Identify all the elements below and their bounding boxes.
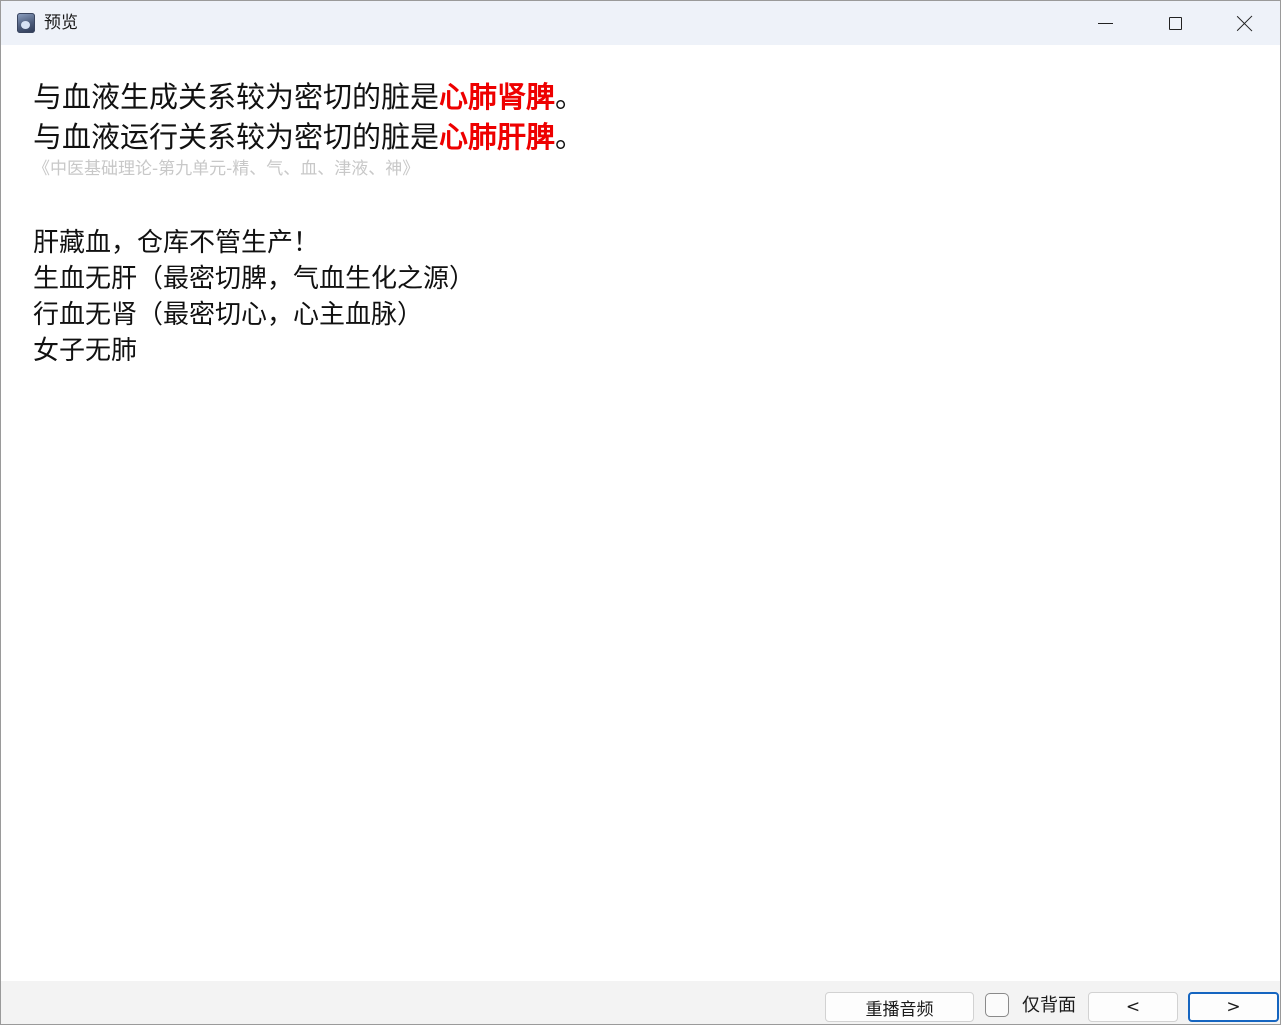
- preview-window: 预览 与血液生成关系较为密切的脏是心肺肾脾。 与血液运行关系较为密切的脏是心肺肝…: [0, 0, 1281, 1025]
- next-card-button[interactable]: >: [1188, 992, 1279, 1022]
- answer-text: 与血液生成关系较为密切的脏是: [33, 80, 440, 114]
- answer-highlight: 心肺肾脾: [439, 80, 556, 114]
- answer-text: 与血液运行关系较为密切的脏是: [33, 120, 440, 154]
- previous-card-button[interactable]: <: [1088, 992, 1178, 1022]
- minimize-icon: [1097, 22, 1113, 24]
- maximize-button[interactable]: [1140, 1, 1210, 45]
- window-title: 预览: [44, 13, 78, 33]
- maximize-icon: [1168, 16, 1182, 30]
- app-icon: [17, 13, 35, 33]
- source-reference: 《中医基础理论-第九单元-精、气、血、津液、神》: [33, 159, 420, 179]
- preview-toolbar: 重播音频 < >: [1, 981, 1280, 1024]
- back-only-checkbox[interactable]: [985, 993, 1009, 1017]
- close-icon: [1237, 15, 1253, 31]
- answer-line: 与血液生成关系较为密切的脏是心肺肾脾。: [33, 77, 584, 117]
- title-bar[interactable]: 预览: [1, 1, 1280, 45]
- replay-audio-button[interactable]: 重播音频: [825, 992, 974, 1022]
- mnemonic-note: 女子无肺: [33, 336, 138, 366]
- minimize-button[interactable]: [1070, 1, 1140, 45]
- answer-line: 与血液运行关系较为密切的脏是心肺肝脾。: [33, 117, 584, 157]
- mnemonic-note: 生血无肝（最密切脾，气血生化之源）: [33, 264, 476, 294]
- answer-highlight: 心肺肝脾: [439, 120, 556, 154]
- answer-suffix: 。: [555, 80, 585, 114]
- answer-suffix: 。: [555, 120, 585, 154]
- card-preview-area: 与血液生成关系较为密切的脏是心肺肾脾。 与血液运行关系较为密切的脏是心肺肝脾。 …: [1, 45, 1280, 981]
- close-button[interactable]: [1210, 1, 1280, 45]
- mnemonic-note: 行血无肾（最密切心，心主血脉）: [33, 300, 424, 330]
- mnemonic-note: 肝藏血，仓库不管生产！: [33, 228, 320, 258]
- back-only-label[interactable]: 仅背面: [1022, 994, 1076, 1018]
